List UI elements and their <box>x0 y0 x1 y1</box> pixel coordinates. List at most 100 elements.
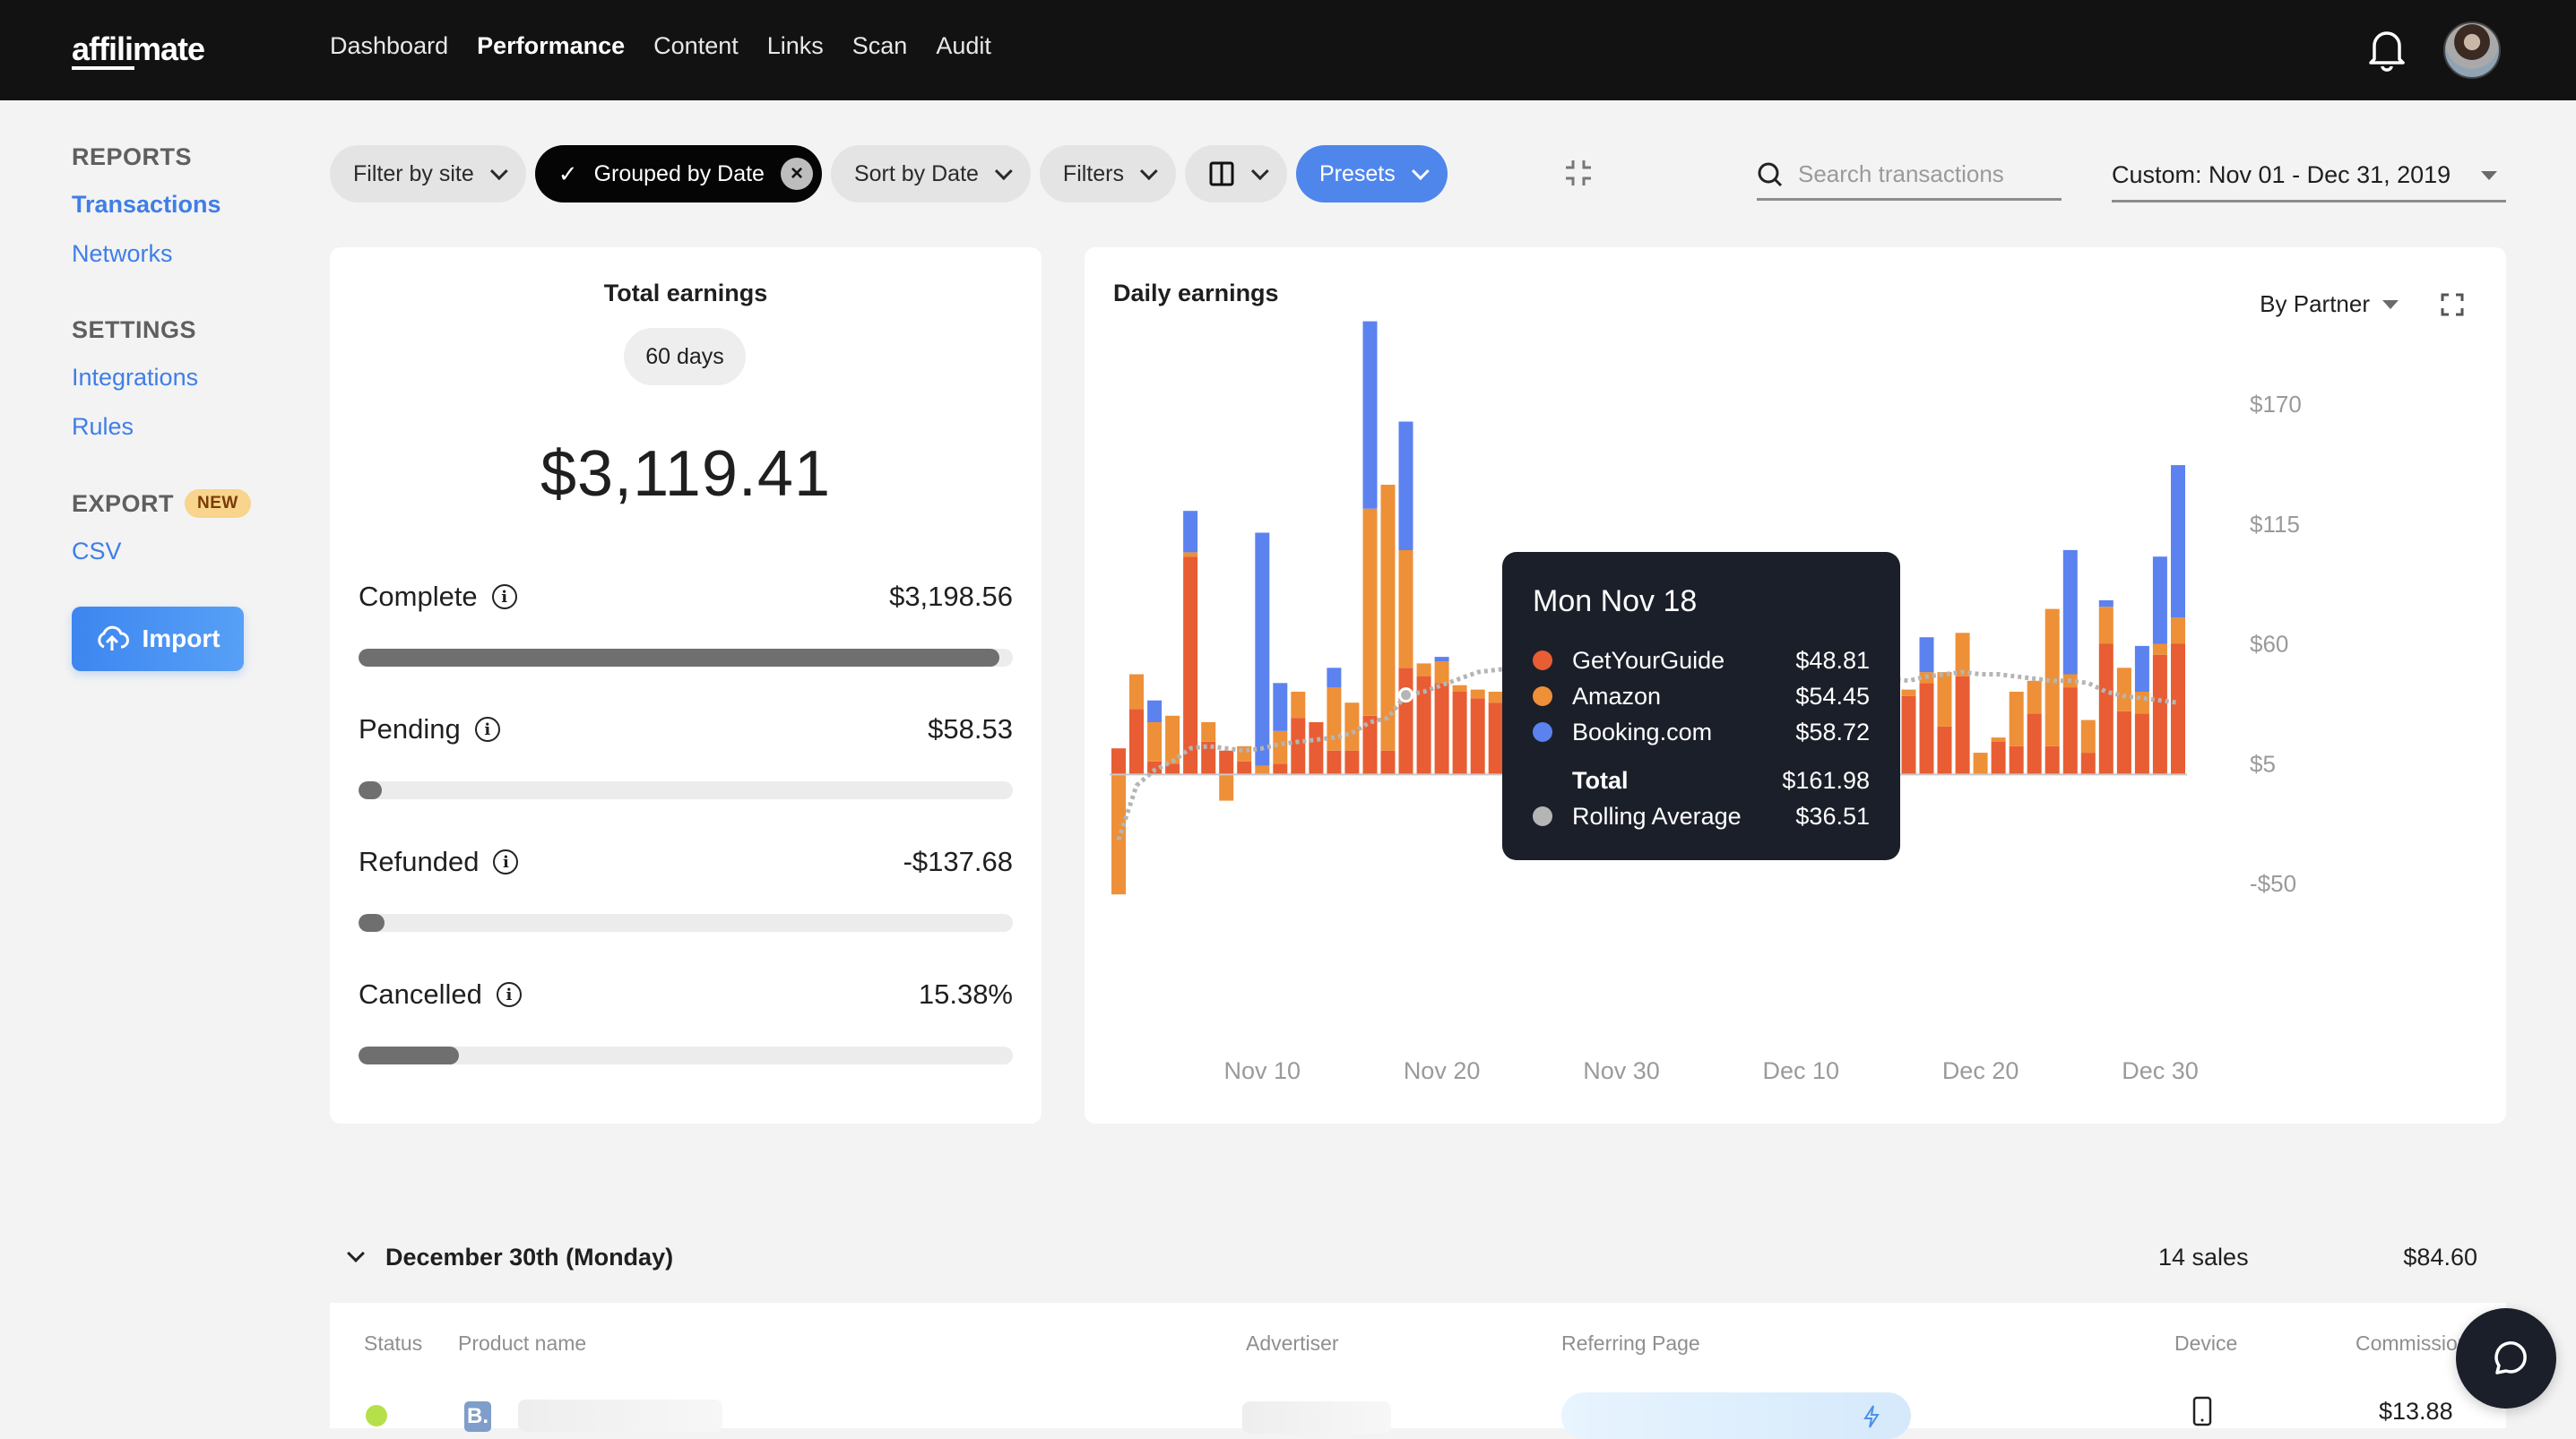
bar-segment[interactable] <box>2044 608 2060 746</box>
nav-audit[interactable]: Audit <box>936 32 991 60</box>
bar-segment[interactable] <box>2134 692 2149 714</box>
bar-segment[interactable] <box>1488 702 1503 775</box>
bar-segment[interactable] <box>1129 674 1144 710</box>
info-icon[interactable]: i <box>496 982 522 1007</box>
bar-segment[interactable] <box>1255 532 1270 766</box>
bar-segment[interactable] <box>2152 643 2167 655</box>
bar-segment[interactable] <box>2152 556 2167 644</box>
presets-dropdown[interactable]: Presets <box>1295 145 1448 202</box>
bar-segment[interactable] <box>1398 421 1413 551</box>
bar-segment[interactable] <box>2116 711 2131 775</box>
column-header-commission[interactable]: Commission <box>2356 1331 2469 1356</box>
bell-icon[interactable] <box>2366 27 2407 72</box>
nav-performance[interactable]: Performance <box>477 32 625 60</box>
collapse-icon[interactable] <box>1563 158 1594 188</box>
bar-segment[interactable] <box>1273 683 1288 731</box>
bar-segment[interactable] <box>1937 672 1952 727</box>
bar-segment[interactable] <box>1111 748 1126 775</box>
nav-dashboard[interactable]: Dashboard <box>330 32 448 60</box>
sidebar-item-integrations[interactable]: Integrations <box>72 364 287 392</box>
bar-segment[interactable] <box>1183 556 1198 775</box>
sort-by-date-dropdown[interactable]: Sort by Date <box>830 145 1031 202</box>
bar-segment[interactable] <box>1470 689 1485 699</box>
nav-content[interactable]: Content <box>653 32 739 60</box>
sidebar-item-networks[interactable]: Networks <box>72 240 287 268</box>
remove-group-icon[interactable]: × <box>780 158 813 190</box>
info-icon[interactable]: i <box>491 584 517 609</box>
bar-segment[interactable] <box>1434 683 1449 775</box>
bar-segment[interactable] <box>2062 687 2078 775</box>
column-header-status[interactable]: Status <box>364 1331 422 1356</box>
bar-segment[interactable] <box>2062 549 2078 675</box>
bar-segment[interactable] <box>1183 552 1198 557</box>
bar-segment[interactable] <box>2134 713 2149 775</box>
bar-segment[interactable] <box>1919 683 1934 775</box>
bar-segment[interactable] <box>1201 722 1216 742</box>
nav-scan[interactable]: Scan <box>852 32 908 60</box>
logo[interactable]: affilimate <box>72 30 205 68</box>
import-button[interactable]: Import <box>72 607 244 671</box>
bar-segment[interactable] <box>2171 643 2185 775</box>
bar-segment[interactable] <box>1219 750 1234 775</box>
bar-segment[interactable] <box>2134 645 2149 692</box>
bar-segment[interactable] <box>2098 643 2114 775</box>
bar-segment[interactable] <box>2027 680 2042 714</box>
product-name-redacted[interactable] <box>518 1400 722 1432</box>
bar-segment[interactable] <box>1937 726 1952 775</box>
fullscreen-icon[interactable] <box>2440 292 2465 317</box>
bar-segment[interactable] <box>1955 676 1970 775</box>
bar-segment[interactable] <box>1452 685 1467 692</box>
bar-segment[interactable] <box>1919 637 1934 673</box>
column-header-product[interactable]: Product name <box>458 1331 586 1356</box>
bar-segment[interactable] <box>1344 750 1360 775</box>
bar-segment[interactable] <box>2009 745 2024 775</box>
bar-segment[interactable] <box>1327 687 1342 751</box>
period-badge[interactable]: 60 days <box>624 328 746 385</box>
columns-dropdown[interactable] <box>1184 145 1287 202</box>
bar-segment[interactable] <box>1991 741 2006 775</box>
bar-segment[interactable] <box>2098 599 2114 607</box>
bar-segment[interactable] <box>1452 692 1467 775</box>
sidebar-item-rules[interactable]: Rules <box>72 413 287 441</box>
bar-segment[interactable] <box>1398 549 1413 668</box>
bar-segment[interactable] <box>2027 713 2042 775</box>
bar-segment[interactable] <box>1362 508 1378 716</box>
bar-segment[interactable] <box>1327 668 1342 688</box>
bar-segment[interactable] <box>2098 607 2114 644</box>
bar-segment[interactable] <box>1380 750 1396 775</box>
search-input[interactable] <box>1798 160 2031 188</box>
bar-segment[interactable] <box>1344 702 1360 751</box>
bar-segment[interactable] <box>2080 753 2096 775</box>
bar-segment[interactable] <box>1362 321 1378 509</box>
column-header-referring-page[interactable]: Referring Page <box>1561 1331 1700 1356</box>
bar-segment[interactable] <box>2171 465 2185 618</box>
bar-segment[interactable] <box>2044 745 2060 775</box>
group-by-dropdown[interactable]: By Partner <box>2260 290 2407 318</box>
transaction-group-header[interactable]: December 30th (Monday) 14 sales $84.60 <box>330 1228 2506 1287</box>
bar-segment[interactable] <box>1434 657 1449 661</box>
info-icon[interactable]: i <box>493 849 519 875</box>
bar-segment[interactable] <box>1291 718 1306 775</box>
bar-segment[interactable] <box>1488 692 1503 703</box>
bar-segment[interactable] <box>1398 668 1413 775</box>
grouped-by-date-chip[interactable]: ✓ Grouped by Date × <box>534 145 822 202</box>
bar-segment[interactable] <box>1991 737 2006 742</box>
referring-page-link[interactable] <box>1561 1392 1911 1439</box>
chat-button[interactable] <box>2456 1308 2556 1409</box>
date-range-dropdown[interactable]: Custom: Nov 01 - Dec 31, 2019 <box>2112 151 2506 202</box>
bar-segment[interactable] <box>1129 709 1144 775</box>
bar-segment[interactable] <box>1219 774 1234 801</box>
bar-segment[interactable] <box>2009 692 2024 746</box>
chevron-down-icon[interactable] <box>347 1245 365 1262</box>
bar-segment[interactable] <box>1237 761 1252 775</box>
info-icon[interactable]: i <box>474 717 500 742</box>
bar-segment[interactable] <box>1901 689 1916 696</box>
bar-segment[interactable] <box>2152 654 2167 775</box>
column-header-advertiser[interactable]: Advertiser <box>1246 1331 1339 1356</box>
bar-segment[interactable] <box>1470 698 1485 775</box>
bar-segment[interactable] <box>1416 663 1431 676</box>
bar-segment[interactable] <box>1255 765 1270 775</box>
filter-by-site-dropdown[interactable]: Filter by site <box>330 145 526 202</box>
bar-segment[interactable] <box>1380 485 1396 751</box>
sidebar-item-transactions[interactable]: Transactions <box>72 191 287 219</box>
